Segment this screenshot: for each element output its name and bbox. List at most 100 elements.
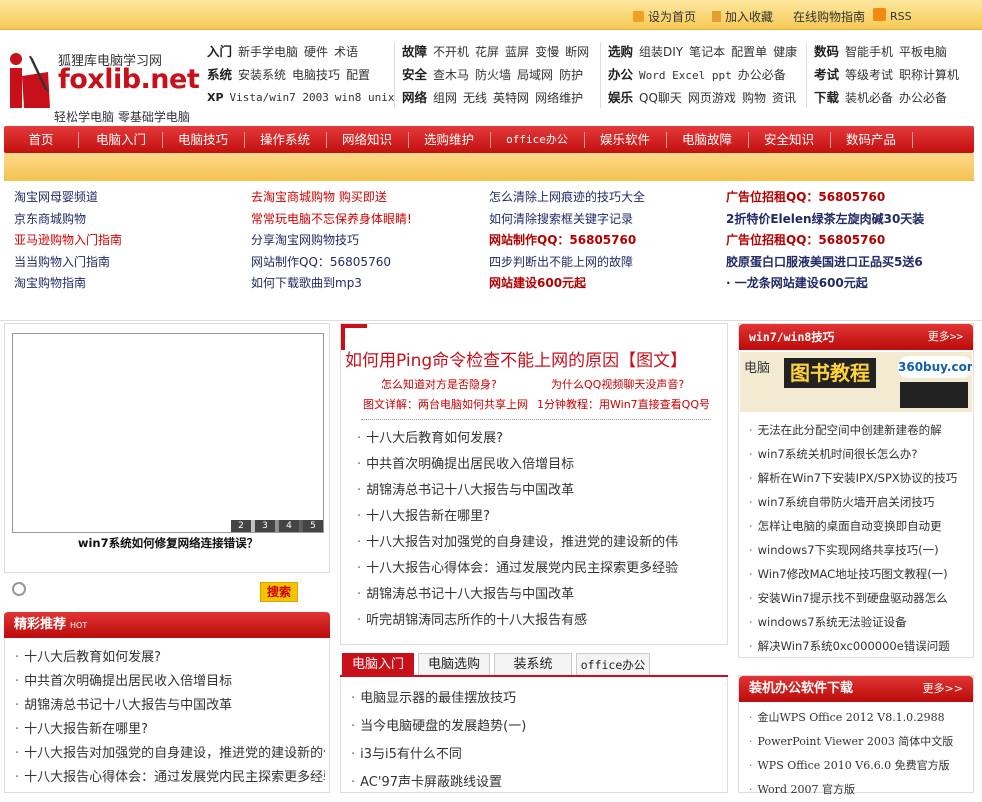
promo-link[interactable]: 网站制作QQ：56805760 (489, 230, 645, 252)
list-item[interactable]: Word 2007 官方版 (749, 778, 967, 802)
list-item[interactable]: 十八大后教育如何发展? (15, 646, 325, 670)
nav-item[interactable]: 电脑入门 (82, 126, 160, 153)
category-link[interactable]: 硬件 (304, 41, 328, 64)
headline-title[interactable]: 如何用Ping命令检查不能上网的原因【图文】 (345, 346, 725, 371)
nav-item[interactable]: 数码产品 (832, 126, 910, 153)
promo-link[interactable]: 分享淘宝网购物技巧 (251, 230, 412, 252)
slide-number[interactable]: 4 (279, 520, 299, 532)
list-item[interactable]: 解析在Win7下安装IPX/SPX协议的技巧 (749, 466, 965, 490)
list-item[interactable]: i3与i5有什么不同 (351, 741, 717, 769)
category-link[interactable]: QQ聊天 (639, 87, 682, 110)
category-link[interactable]: 局域网 (517, 64, 553, 87)
list-item[interactable]: WPS Office 2010 V6.6.0 免费官方版 (749, 754, 967, 778)
search-button[interactable]: 搜索 (260, 582, 298, 602)
nav-item[interactable]: 电脑技巧 (164, 126, 242, 153)
list-item[interactable]: 十八大报告心得体会：通过发展党内民主探索更多经验 (15, 766, 325, 790)
list-item[interactable]: 十八大报告对加强党的自身建设，推进党的建设新的伟 (15, 742, 325, 766)
nav-item[interactable]: 操作系统 (246, 126, 324, 153)
category-link[interactable]: 平板电脑 (899, 41, 947, 64)
category-link[interactable]: 资讯 (772, 87, 796, 110)
category-link[interactable]: 办公必备 (899, 87, 947, 110)
category-link[interactable]: 装机必备 (845, 87, 893, 110)
list-item[interactable]: 金山WPS Office 2012 V8.1.0.2988 (749, 706, 967, 730)
list-item[interactable]: Win7修改MAC地址技巧图文教程(一) (749, 562, 965, 586)
category-link[interactable]: 电脑技巧 (292, 64, 340, 87)
list-item[interactable]: 无法在此分配空间中创建新建卷的解 (749, 418, 965, 442)
category-link[interactable]: 等级考试 (845, 64, 893, 87)
list-item[interactable]: 十八大报告新在哪里? (15, 718, 325, 742)
list-item[interactable]: 安装Win7提示找不到硬盘驱动器怎么 (749, 586, 965, 610)
tab-computer-basics[interactable]: 电脑入门 (342, 653, 414, 675)
nav-item[interactable]: 安全知识 (750, 126, 828, 153)
list-item[interactable]: win7系统关机时间很长怎么办? (749, 442, 965, 466)
list-item[interactable]: 电脑显示器的最佳摆放技巧 (351, 685, 717, 713)
category-link[interactable]: 网络维护 (535, 87, 583, 110)
list-item[interactable]: 当今电脑硬盘的发展趋势(一) (351, 713, 717, 741)
headline-sub-link[interactable]: 为什么QQ视频聊天没声音? (551, 376, 684, 392)
list-item[interactable]: 十八大后教育如何发展? (357, 426, 713, 452)
promo-link[interactable]: 淘宝购物指南 (14, 273, 122, 295)
promo-link[interactable]: 怎么清除上网痕迹的技巧大全 (489, 187, 645, 209)
list-item[interactable]: 十八大报告对加强党的自身建设，推进党的建设新的伟 (357, 530, 713, 556)
list-item[interactable]: win7系统自带防火墙开启关闭技巧 (749, 490, 965, 514)
shopping-guide-link[interactable]: 在线购物指南 (793, 8, 865, 25)
promo-link[interactable]: 网站制作QQ：56805760 (251, 252, 412, 274)
headline-sub-link[interactable]: 图文详解：两台电脑如何共享上网 (363, 396, 531, 412)
category-link[interactable]: 网页游戏 (688, 87, 736, 110)
category-link[interactable]: 购物 (742, 87, 766, 110)
promo-link[interactable]: 去淘宝商城购物 购买即送 (251, 187, 412, 209)
tab-office[interactable]: office办公 (576, 653, 650, 675)
nav-item[interactable]: 娱乐软件 (586, 126, 664, 153)
category-link[interactable]: 英特网 (493, 87, 529, 110)
promo-link[interactable]: 如何清除搜索框关键字记录 (489, 209, 645, 231)
promo-link[interactable]: · 一龙条网站建设600元起 (726, 273, 924, 295)
headline-sub-link[interactable]: 1分钟教程：用Win7直接查看QQ号 (537, 396, 709, 412)
category-link[interactable]: 健康 (773, 41, 797, 64)
category-link[interactable]: 组网 (433, 87, 457, 110)
promo-link[interactable]: 四步判断出不能上网的故障 (489, 252, 645, 274)
list-item[interactable]: 听完胡锦涛同志所作的十八大报告有感 (357, 608, 713, 634)
promo-link[interactable]: 2折特价Elelen绿茶左旋肉碱30天装 (726, 209, 924, 231)
list-item[interactable]: 中共首次明确提出居民收入倍增目标 (357, 452, 713, 478)
promo-link[interactable]: 广告位招租QQ：56805760 (726, 230, 924, 252)
category-link[interactable]: 配置单 (731, 41, 767, 64)
slide-number[interactable]: 2 (231, 520, 251, 532)
promo-link[interactable]: 亚马逊购物入门指南 (14, 230, 122, 252)
category-link[interactable]: 防火墙 (475, 64, 511, 87)
slideshow-caption[interactable]: win7系统如何修复网络连接错误？ (5, 535, 331, 551)
software-more-link[interactable]: 更多>> (923, 676, 963, 702)
rss-link[interactable]: RSS (873, 8, 912, 23)
category-link[interactable]: 无线 (463, 87, 487, 110)
category-link[interactable]: 断网 (565, 41, 589, 64)
headline-sub-link[interactable]: 怎么知道对方是否隐身? (381, 376, 497, 392)
category-link[interactable]: 组装DIY (639, 41, 683, 64)
list-item[interactable]: windows7下实现网络共享技巧(一) (749, 538, 965, 562)
category-link[interactable]: 不开机 (433, 41, 469, 64)
category-link[interactable]: 术语 (334, 41, 358, 64)
nav-item[interactable]: 网络知识 (328, 126, 406, 153)
nav-item[interactable]: 电脑故障 (668, 126, 746, 153)
category-link[interactable]: 变慢 (535, 41, 559, 64)
list-item[interactable]: 中共首次明确提出居民收入倍增目标 (15, 670, 325, 694)
category-link[interactable]: 笔记本 (689, 41, 725, 64)
promo-link[interactable]: 京东商城购物 (14, 209, 122, 231)
list-item[interactable]: 胡锦涛总书记十八大报告与中国改革 (15, 694, 325, 718)
set-home-link[interactable]: 设为首页 (633, 8, 696, 25)
win-tips-more-link[interactable]: 更多>> (928, 324, 963, 350)
list-item[interactable]: PowerPoint Viewer 2003 简体中文版 (749, 730, 967, 754)
nav-item[interactable]: office办公 (492, 126, 582, 153)
category-link[interactable]: Word Excel ppt (639, 64, 732, 87)
list-item[interactable]: 怎样让电脑的桌面自动变换即自动更 (749, 514, 965, 538)
slide-number[interactable]: 5 (303, 520, 323, 532)
tab-computer-buying[interactable]: 电脑选购 (418, 653, 490, 675)
category-link[interactable]: 职称计算机 (899, 64, 959, 87)
site-logo[interactable]: 狐狸库电脑学习网 foxlib.net 轻松学电脑 零基础学电脑 (10, 44, 200, 126)
list-item[interactable]: 十八大报告新在哪里? (357, 504, 713, 530)
list-item[interactable]: 十八大报告心得体会：通过发展党内民主探索更多经验 (357, 556, 713, 582)
category-link[interactable]: Vista/win7 2003 (230, 86, 329, 109)
nav-item-home[interactable]: 首页 (6, 126, 76, 153)
promo-link[interactable]: 常常玩电脑不忘保养身体眼睛! (251, 209, 412, 231)
category-link[interactable]: win8 unix (335, 86, 395, 109)
category-link[interactable]: 安装系统 (238, 64, 286, 87)
category-link[interactable]: 花屏 (475, 41, 499, 64)
